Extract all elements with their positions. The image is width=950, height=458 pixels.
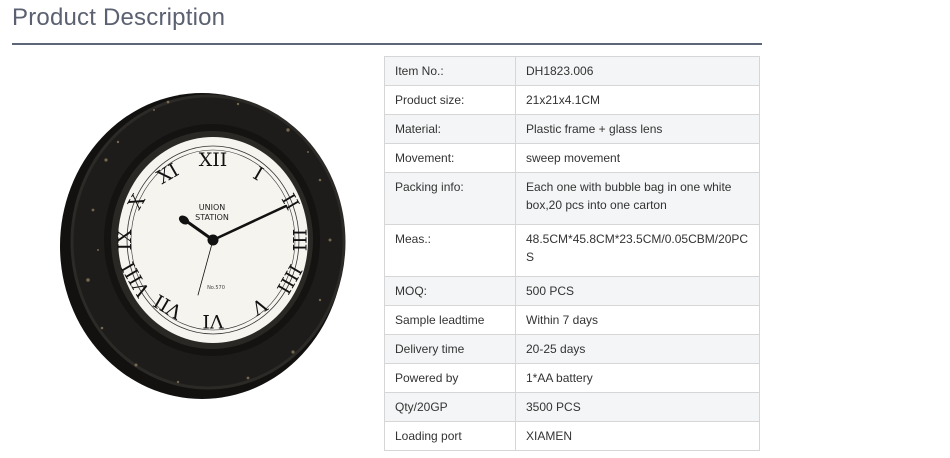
spec-label: Meas.: (384, 224, 516, 277)
spec-row-moq: MOQ: 500 PCS (384, 276, 760, 306)
spec-value: DH1823.006 (515, 56, 760, 86)
spec-label: Delivery time (384, 334, 516, 364)
spec-row-movement: Movement: sweep movement (384, 143, 760, 173)
spec-value: XIAMEN (515, 421, 760, 451)
spec-label: Movement: (384, 143, 516, 173)
spec-label: MOQ: (384, 276, 516, 306)
spec-label: Powered by (384, 363, 516, 393)
title-divider (12, 43, 762, 45)
spec-row-item-no: Item No.: DH1823.006 (384, 56, 760, 86)
spec-label: Sample leadtime (384, 305, 516, 335)
spec-value: 3500 PCS (515, 392, 760, 422)
svg-text:III: III (288, 229, 310, 252)
spec-value: 48.5CM*45.8CM*23.5CM/0.05CBM/20PCS (515, 224, 760, 277)
spec-row-qty-20gp: Qty/20GP 3500 PCS (384, 392, 760, 422)
spec-label: Loading port (384, 421, 516, 451)
spec-label: Item No.: (384, 56, 516, 86)
spec-row-delivery-time: Delivery time 20-25 days (384, 334, 760, 364)
spec-value: 21x21x4.1CM (515, 85, 760, 115)
spec-value: 1*AA battery (515, 363, 760, 393)
spec-row-loading-port: Loading port XIAMEN (384, 421, 760, 451)
spec-table: Item No.: DH1823.006 Product size: 21x21… (384, 56, 760, 451)
spec-value: 500 PCS (515, 276, 760, 306)
spec-value: Each one with bubble bag in one white bo… (515, 172, 760, 225)
spec-row-powered-by: Powered by 1*AA battery (384, 363, 760, 393)
svg-text:IX: IX (114, 229, 136, 251)
svg-text:VI: VI (202, 310, 224, 332)
spec-label: Material: (384, 114, 516, 144)
spec-row-packing-info: Packing info: Each one with bubble bag i… (384, 172, 760, 225)
spec-row-meas: Meas.: 48.5CM*45.8CM*23.5CM/0.05CBM/20PC… (384, 224, 760, 277)
spec-value: 20-25 days (515, 334, 760, 364)
spec-value: sweep movement (515, 143, 760, 173)
svg-text:XII: XII (199, 149, 228, 171)
spec-row-sample-leadtime: Sample leadtime Within 7 days (384, 305, 760, 335)
clock-brand-line2: STATION (195, 213, 229, 222)
spec-value: Within 7 days (515, 305, 760, 335)
clock-brand-line1: UNION (199, 203, 225, 212)
page-title: Product Description (12, 4, 226, 31)
spec-label: Qty/20GP (384, 392, 516, 422)
product-image-wall-clock: XII I II III IIII V VI VII VIII IX X XI … (60, 93, 346, 399)
clock-model-mark: No.570 (207, 285, 225, 291)
spec-value: Plastic frame + glass lens (515, 114, 760, 144)
spec-row-material: Material: Plastic frame + glass lens (384, 114, 760, 144)
spec-label: Product size: (384, 85, 516, 115)
spec-row-product-size: Product size: 21x21x4.1CM (384, 85, 760, 115)
spec-label: Packing info: (384, 172, 516, 225)
